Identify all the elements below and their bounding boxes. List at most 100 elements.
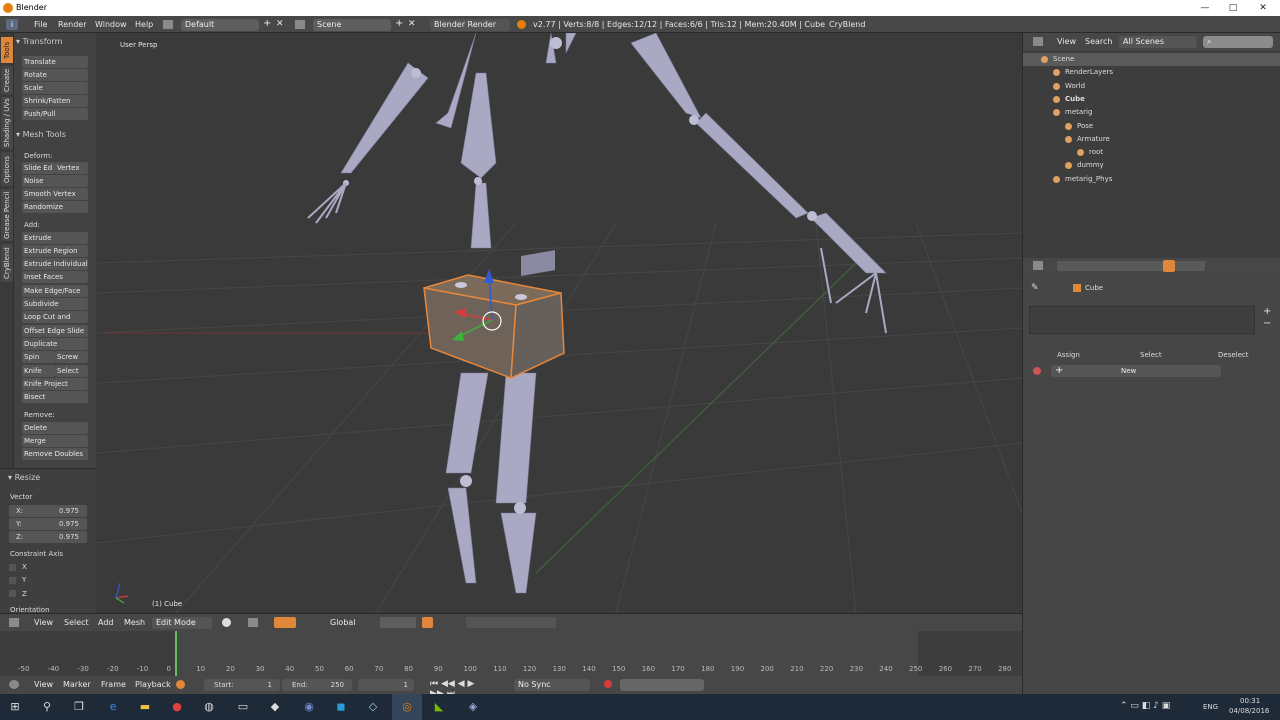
delete-button[interactable]: Delete <box>22 422 88 434</box>
record-icon[interactable] <box>176 680 185 689</box>
file-explorer-icon[interactable]: ▬ <box>138 700 152 714</box>
add-slot-icon[interactable]: + <box>1263 306 1271 317</box>
clock-date[interactable]: 04/08/2016 <box>1229 707 1269 715</box>
menu-window[interactable]: Window <box>95 20 127 29</box>
nvidia-icon[interactable]: ◣ <box>432 700 446 714</box>
deselect-button[interactable]: Deselect <box>1218 351 1249 359</box>
spin-button[interactable]: Spin <box>22 351 55 363</box>
select-material-button[interactable]: Select <box>1140 351 1162 359</box>
tab-shading-uvs[interactable]: Shading / UVs <box>1 97 13 149</box>
app2-icon[interactable]: ◼ <box>334 700 348 714</box>
knife-project-button[interactable]: Knife Project <box>22 378 88 390</box>
scene-icon[interactable] <box>295 20 305 29</box>
properties-editor[interactable]: ✎ Cube + − Assign Select Deselect + New <box>1022 258 1280 694</box>
app4-icon[interactable]: ◈ <box>466 700 480 714</box>
duplicate-button[interactable]: Duplicate <box>22 338 88 350</box>
outliner-search-input[interactable]: ⌕ <box>1203 36 1273 48</box>
current-frame-field[interactable]: 1 <box>358 679 414 691</box>
smooth-vertex-button[interactable]: Smooth Vertex <box>22 188 88 200</box>
terminal-icon[interactable]: ▭ <box>236 700 250 714</box>
current-frame-indicator[interactable] <box>175 631 177 676</box>
manipulator-toggle[interactable] <box>274 617 296 628</box>
new-material-button[interactable]: + New <box>1051 365 1221 377</box>
remove-doubles-button[interactable]: Remove Doubles <box>22 448 88 460</box>
vector-z-field[interactable]: Z: 0.975 <box>9 531 87 543</box>
clock-time[interactable]: 00:31 <box>1240 697 1260 705</box>
vector-y-field[interactable]: Y: 0.975 <box>9 518 87 530</box>
tab-cryblend[interactable]: CryBlend <box>1 244 13 282</box>
translate-button[interactable]: Translate <box>22 56 88 68</box>
editor-type-icon[interactable] <box>9 618 19 627</box>
outliner-item[interactable]: World <box>1023 80 1280 93</box>
subdivide-button[interactable]: Subdivide <box>22 298 88 310</box>
menu-render[interactable]: Render <box>58 20 86 29</box>
timeline-menu-view[interactable]: View <box>34 680 53 689</box>
shading-icon[interactable] <box>222 618 231 627</box>
properties-context-tabs[interactable] <box>1057 261 1205 271</box>
outliner-editor-icon[interactable] <box>1033 37 1043 46</box>
orientation-select[interactable]: Global <box>326 617 370 629</box>
outliner-item[interactable]: root <box>1023 146 1280 159</box>
bisect-button[interactable]: Bisect <box>22 391 88 403</box>
vector-x-field[interactable]: X: 0.975 <box>9 505 87 517</box>
loop-cut-button[interactable]: Loop Cut and Slide <box>22 311 88 333</box>
outliner-display-filter[interactable]: All Scenes <box>1119 36 1197 48</box>
app-icon[interactable]: ◆ <box>268 700 282 714</box>
scale-button[interactable]: Scale <box>22 82 88 94</box>
outliner-item[interactable]: metarig <box>1023 106 1280 119</box>
menu-help[interactable]: Help <box>135 20 153 29</box>
timeline-menu-marker[interactable]: Marker <box>63 680 91 689</box>
merge-button[interactable]: Merge <box>22 435 88 447</box>
screen-layout-field[interactable]: Default <box>181 19 259 31</box>
pivot-icon[interactable] <box>248 618 258 627</box>
tab-tools[interactable]: Tools <box>1 37 13 63</box>
tab-create[interactable]: Create <box>1 66 13 94</box>
outliner-menu-search[interactable]: Search <box>1085 37 1112 46</box>
menu-file[interactable]: File <box>34 20 47 29</box>
timeline-menu-playback[interactable]: Playback <box>135 680 171 689</box>
sync-mode-select[interactable]: No Sync <box>514 679 590 691</box>
noise-button[interactable]: Noise <box>22 175 88 187</box>
make-edge-face-button[interactable]: Make Edge/Face <box>22 285 88 297</box>
pin-icon[interactable]: ✎ <box>1031 283 1039 293</box>
randomize-button[interactable]: Randomize <box>22 201 88 213</box>
maximize-button[interactable]: □ <box>1218 0 1248 16</box>
outliner[interactable]: View Search All Scenes ⌕ Scene RenderLaye… <box>1022 33 1280 258</box>
mesh-tools-panel-header[interactable]: ▾ Mesh Tools <box>16 130 66 139</box>
viewport-menu-view[interactable]: View <box>34 618 53 627</box>
timeline[interactable]: -50 -40 -30 -20 -10 0 10 20 30 40 50 60 70 80 90 100 110… <box>0 631 1022 676</box>
remove-slot-icon[interactable]: − <box>1263 318 1271 329</box>
start-button-icon[interactable]: ⊞ <box>8 700 22 714</box>
outliner-item[interactable]: Cube <box>1023 93 1280 106</box>
viewport-menu-select[interactable]: Select <box>64 618 89 627</box>
timeline-menu-frame[interactable]: Frame <box>101 680 126 689</box>
tab-options[interactable]: Options <box>1 152 13 186</box>
outliner-item[interactable]: dummy <box>1023 159 1280 172</box>
timeline-editor-icon[interactable] <box>9 680 19 689</box>
remove-layout-icon[interactable]: ✕ <box>276 19 284 29</box>
scene-field[interactable]: Scene <box>313 19 391 31</box>
language-indicator[interactable]: ENG <box>1203 703 1218 711</box>
assign-button[interactable]: Assign <box>1057 351 1080 359</box>
render-engine-select[interactable]: Blender Render <box>430 19 510 31</box>
select-mode-icon[interactable] <box>422 617 433 628</box>
minimize-button[interactable]: — <box>1190 0 1220 16</box>
outliner-item[interactable]: RenderLayers <box>1023 66 1280 79</box>
chrome-icon[interactable]: ● <box>170 700 184 714</box>
constraint-z-checkbox[interactable] <box>9 590 16 597</box>
rotate-button[interactable]: Rotate <box>22 69 88 81</box>
tab-grease-pencil[interactable]: Grease Pencil <box>1 189 13 241</box>
selected-cube[interactable] <box>423 250 565 380</box>
tray-icons[interactable]: ⌃ ▭ ◧ ♪ ▣ <box>1120 701 1170 711</box>
properties-editor-icon[interactable] <box>1033 261 1043 270</box>
task-view-icon[interactable]: ❐ <box>72 700 86 714</box>
knife-button[interactable]: Knife <box>22 365 55 377</box>
3d-viewport[interactable]: User Persp (1) Cube <box>96 33 1022 613</box>
close-button[interactable]: ✕ <box>1248 0 1278 16</box>
keying-set-field[interactable] <box>620 679 704 691</box>
mode-select[interactable]: Edit Mode <box>152 617 212 629</box>
knife-select-button[interactable]: Select <box>55 365 88 377</box>
layers-widget[interactable] <box>380 617 416 628</box>
viewport-menu-add[interactable]: Add <box>98 618 114 627</box>
end-frame-field[interactable]: End: 250 <box>282 679 352 691</box>
